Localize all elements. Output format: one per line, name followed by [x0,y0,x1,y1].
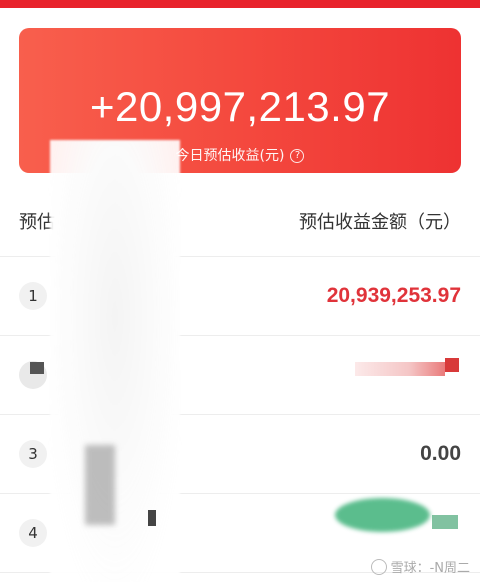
rank-badge: 3 [19,440,47,468]
mosaic-redaction-overlay [50,140,180,582]
rank-badge: 4 [19,519,47,547]
snowball-logo-icon [370,558,387,575]
rank-badge: 1 [19,282,47,310]
watermark: 雪球：-N周二 [370,557,470,576]
mosaic-block [355,362,445,376]
top-red-strip [0,0,480,8]
estimated-earnings-label: 今日预估收益(元) [175,148,285,164]
mosaic-block [335,498,430,532]
mosaic-block [85,445,115,525]
mosaic-block [148,510,156,526]
mosaic-block [432,515,458,529]
watermark-text: 雪球：-N周二 [390,561,470,576]
mosaic-block [30,362,44,374]
mosaic-block [445,358,459,372]
row-amount: 20,939,253.97 [326,284,461,307]
row-amount: 0.00 [420,442,461,465]
help-icon[interactable]: ? [290,149,305,163]
header-amount: 预估收益金额（元） [299,211,461,233]
estimated-earnings-amount: +20,997,213.97 [89,83,391,130]
